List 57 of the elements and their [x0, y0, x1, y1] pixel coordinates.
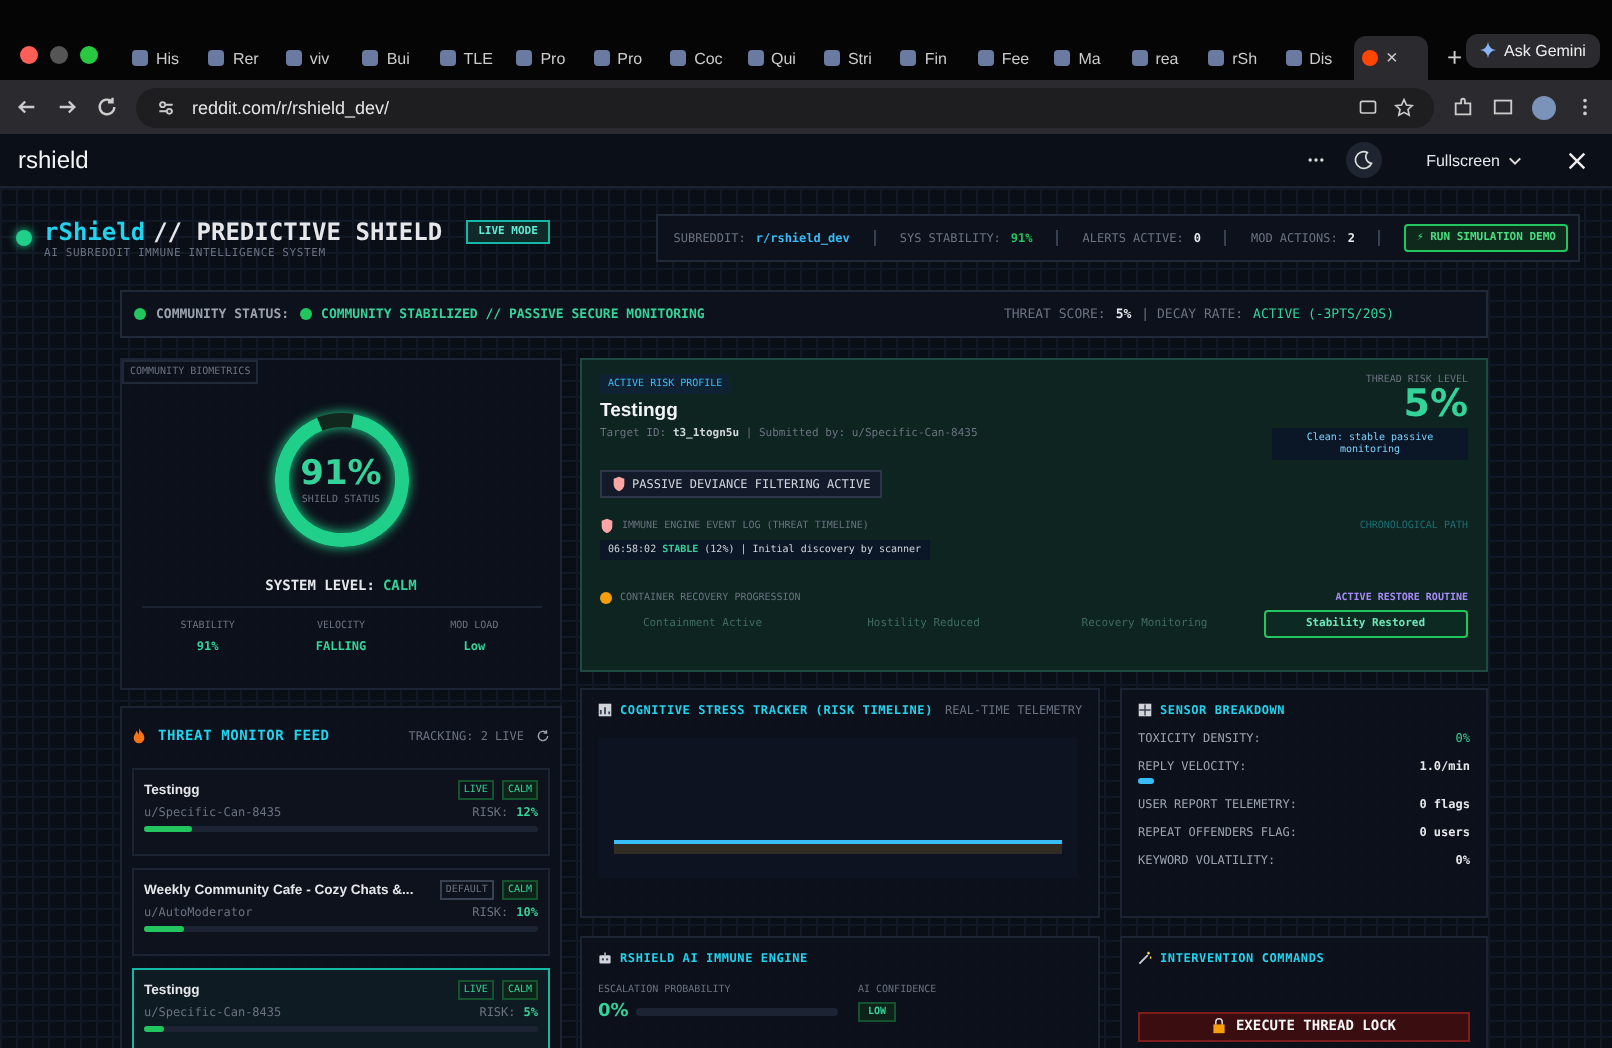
moon-icon [1354, 150, 1375, 170]
browser-tab[interactable]: Fee [969, 36, 1045, 80]
browser-tab[interactable]: Qui [739, 36, 814, 80]
bookmark-star-icon[interactable] [1394, 97, 1414, 117]
browser-tab[interactable]: × [1354, 36, 1429, 80]
theme-toggle-button[interactable] [1346, 142, 1383, 178]
app-title: rshield [18, 146, 89, 174]
ask-gemini-button[interactable]: Ask Gemini [1466, 33, 1600, 67]
browser-tab[interactable]: rSh [1200, 36, 1276, 80]
close-window-icon[interactable] [20, 45, 38, 63]
grid-icon [1138, 702, 1152, 718]
dashboard-title: // PREDICTIVE SHIELD [153, 217, 443, 245]
address-bar[interactable]: reddit.com/r/rshield_dev/ [136, 87, 1434, 127]
browser-tab[interactable]: His [124, 36, 199, 80]
profile-avatar[interactable] [1532, 95, 1556, 119]
status-dot-icon [299, 308, 312, 320]
status-dot-icon [134, 308, 146, 320]
close-icon[interactable] [1566, 149, 1588, 171]
site-settings-icon[interactable] [156, 97, 176, 117]
minimize-window-icon[interactable] [50, 45, 68, 63]
progress-icon [600, 592, 612, 604]
browser-tab[interactable]: rea [1123, 36, 1199, 80]
robot-icon [598, 950, 612, 966]
browser-tab[interactable]: Ma [1046, 36, 1122, 80]
sparkle-icon [1480, 42, 1497, 58]
shield-icon [600, 518, 614, 534]
refresh-icon[interactable] [536, 728, 550, 744]
browser-tab[interactable]: Dis [1277, 36, 1352, 80]
caret-icon [1508, 153, 1522, 167]
fullscreen-dropdown[interactable]: Fullscreen [1414, 149, 1534, 171]
brand-name: rShield [44, 217, 146, 245]
browser-tab[interactable]: viv [277, 36, 353, 80]
wand-icon [1138, 950, 1152, 966]
fire-icon [132, 728, 146, 744]
risk-percentage: 5% [1403, 386, 1468, 424]
new-tab-button[interactable]: + [1446, 42, 1463, 72]
shield-percentage: 91% [300, 454, 382, 494]
browser-tab[interactable]: Stri [815, 36, 891, 80]
live-dot-icon [16, 230, 32, 246]
browser-tab[interactable]: Bui [354, 36, 430, 80]
escalation-value: 0% [598, 1002, 629, 1022]
back-icon[interactable] [16, 96, 38, 118]
browser-tab[interactable]: Rer [200, 36, 276, 80]
chart-icon [598, 702, 612, 718]
reload-icon[interactable] [96, 96, 118, 118]
browser-tab[interactable]: TLE [431, 36, 507, 80]
browser-tab[interactable]: Coc [662, 36, 737, 80]
install-icon[interactable] [1358, 97, 1378, 117]
extensions-icon[interactable] [1452, 96, 1474, 118]
lock-icon [1211, 1018, 1226, 1034]
maximize-window-icon[interactable] [80, 45, 98, 63]
browser-tab[interactable]: Pro [508, 36, 584, 80]
browser-tab[interactable]: Pro [585, 36, 661, 80]
forward-icon[interactable] [56, 96, 78, 118]
thread-title: Testingg [600, 400, 678, 422]
reading-list-icon[interactable] [1492, 96, 1514, 118]
browser-tab[interactable]: Fin [892, 36, 968, 80]
